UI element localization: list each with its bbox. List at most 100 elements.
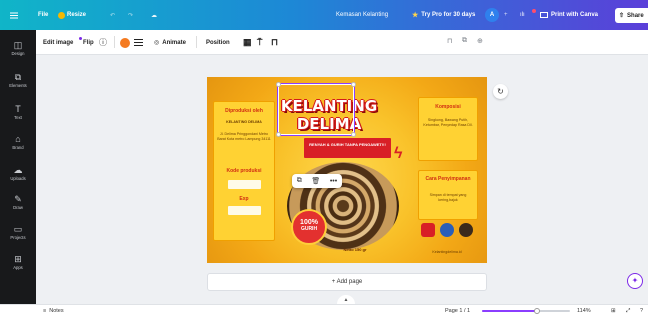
storage-text: Simpan di tempat yang kering,bajuk [429,193,467,202]
stats-icon[interactable]: ılı [520,0,525,30]
file-menu-button[interactable]: File [38,0,48,30]
producer-title: Diproduksi oleh [225,108,263,114]
floating-element-toolbar: ⧉ 🗑 ••• [292,174,342,188]
chevron-up-icon[interactable]: ▲ [337,295,355,304]
production-code-field[interactable] [228,180,261,189]
sidebar-item-apps[interactable]: ⊞ Apps [0,250,36,280]
border-style-icon[interactable] [134,30,143,55]
edit-image-button[interactable]: Edit image [43,30,73,55]
brand-logo-icon [459,223,473,237]
sidebar-item-text[interactable]: T Text [0,100,36,130]
draw-icon: ✎ [14,194,22,204]
sidebar-item-label: Elements [9,83,27,88]
animate-button[interactable]: ◎ Animate [154,30,186,55]
share-label: Share [627,12,644,19]
undo-icon[interactable]: ↶ [110,0,115,30]
zoom-slider[interactable] [482,308,570,314]
document-title[interactable]: Kemasan Kelanting [336,0,388,30]
animate-label: Animate [162,39,186,46]
paint-roller-icon[interactable]: ⍑ [257,30,262,55]
tagline-banner[interactable]: RENYAH & GURIH TANPA PENGAWET!!! [304,138,391,158]
exp-title: Exp [239,196,249,202]
cloud-save-icon[interactable]: ☁ [151,0,157,30]
design-page[interactable]: Diproduksi oleh KELANTING DELIMA Jl. Del… [207,77,487,263]
toolbar-divider [114,36,115,48]
notes-button[interactable]: ≡ Notes [43,305,64,316]
info-icon[interactable]: ⓘ [99,30,107,55]
crown-icon [58,11,65,19]
production-code-title: Kode produksi [226,168,262,174]
share-icon: ⇧ [619,13,625,19]
brand-title-line2[interactable]: DELIMA [269,115,389,133]
copy-icon[interactable]: ⧉ [297,177,302,185]
lightning-icon: ϟ [394,145,403,162]
halal-logo-icon [440,223,454,237]
sidebar-item-elements[interactable]: ⧉ Elements [0,68,36,98]
projects-icon: ▭ [13,224,23,234]
netto-label: Netto 150 gr [343,247,367,252]
magic-assistant-icon[interactable]: ✦ [627,273,643,289]
star-icon: ★ [412,12,419,19]
trash-icon[interactable]: 🗑 [311,177,320,185]
position-button[interactable]: Position [206,30,230,55]
refresh-icon[interactable]: ↻ [493,84,508,99]
producer-name: KELANTING DELIMA [226,120,262,124]
design-icon: ◫ [13,40,23,50]
fullscreen-icon[interactable]: ⤢ [626,305,630,316]
elements-icon: ⧉ [14,72,22,82]
duplicate-page-icon[interactable]: ⧉ [462,37,467,45]
page-indicator[interactable]: Page 1 / 1 [445,305,470,316]
top-bar: File Resize ↶ ↷ ☁ Kemasan Kelanting ★ Tr… [0,0,648,30]
try-pro-button[interactable]: ★ Try Pro for 30 days [412,0,475,30]
help-icon[interactable]: ? [640,305,643,316]
add-page-button[interactable]: + Add page [207,273,487,291]
toolbar-divider [196,36,197,48]
sidebar-item-uploads[interactable]: ☁ Uploads [0,161,36,191]
lock-icon[interactable]: ⊓ [271,30,278,55]
grid-view-icon[interactable]: ⊞ [611,305,616,316]
plus-icon[interactable]: + [504,0,508,30]
sidebar-item-label: Projects [10,235,26,240]
sidebar-item-design[interactable]: ◫ Design [0,36,36,66]
apps-icon: ⊞ [14,254,22,264]
sidebar-item-label: Apps [13,265,23,270]
brand-title-line1[interactable]: KELANTING [269,97,389,115]
zoom-slider-knob[interactable] [533,308,540,314]
avatar[interactable]: A [485,8,499,22]
left-sidebar: ◫ Design ⧉ Elements T Text ⌂ Brand ☁ Upl… [0,30,36,304]
truck-icon [540,12,548,18]
sidebar-item-label: Draw [13,205,23,210]
composition-panel[interactable]: Komposisi Singkong, Bawang Putih, Ketumb… [418,97,478,161]
zoom-level[interactable]: 114% [577,305,591,316]
notification-dot [532,9,536,13]
bottom-bar: ≡ Notes Page 1 / 1 114% ⊞ ⤢ ? [0,304,648,316]
sidebar-item-label: Uploads [10,176,26,181]
sidebar-item-label: Brand [12,145,24,150]
sidebar-item-brand[interactable]: ⌂ Brand [0,130,36,160]
resize-label: Resize [67,12,87,18]
exp-field[interactable] [228,206,261,215]
color-swatch-button[interactable] [120,30,130,55]
sidebar-item-projects[interactable]: ▭ Projects [0,220,36,250]
sidebar-item-label: Text [14,115,22,120]
storage-panel[interactable]: Cara Penyimpanan Simpan di tempat yang k… [418,170,478,220]
add-page-icon[interactable]: ⊕ [477,37,483,45]
resize-button[interactable]: Resize [58,0,86,30]
producer-panel[interactable]: Diproduksi oleh KELANTING DELIMA Jl. Del… [213,101,275,241]
uploads-icon: ☁ [13,165,23,175]
try-pro-label: Try Pro for 30 days [421,12,476,18]
no-preservative-icon [421,223,435,237]
gurih-badge[interactable]: 100% GURIH [291,209,327,245]
sidebar-item-label: Design [11,51,25,56]
sidebar-item-draw[interactable]: ✎ Draw [0,190,36,220]
menu-icon[interactable] [10,0,20,30]
transparency-icon[interactable]: ▦ [243,30,252,55]
redo-icon[interactable]: ↷ [128,0,133,30]
more-icon[interactable]: ••• [330,178,337,185]
lock-page-icon[interactable]: ⊓ [447,37,452,45]
print-with-canva-button[interactable]: Print with Canva [540,0,598,30]
animate-icon: ◎ [154,40,160,46]
storage-title: Cara Penyimpanan [425,176,471,182]
flip-button[interactable]: Flip [83,30,94,55]
share-button[interactable]: ⇧ Share [615,8,648,23]
